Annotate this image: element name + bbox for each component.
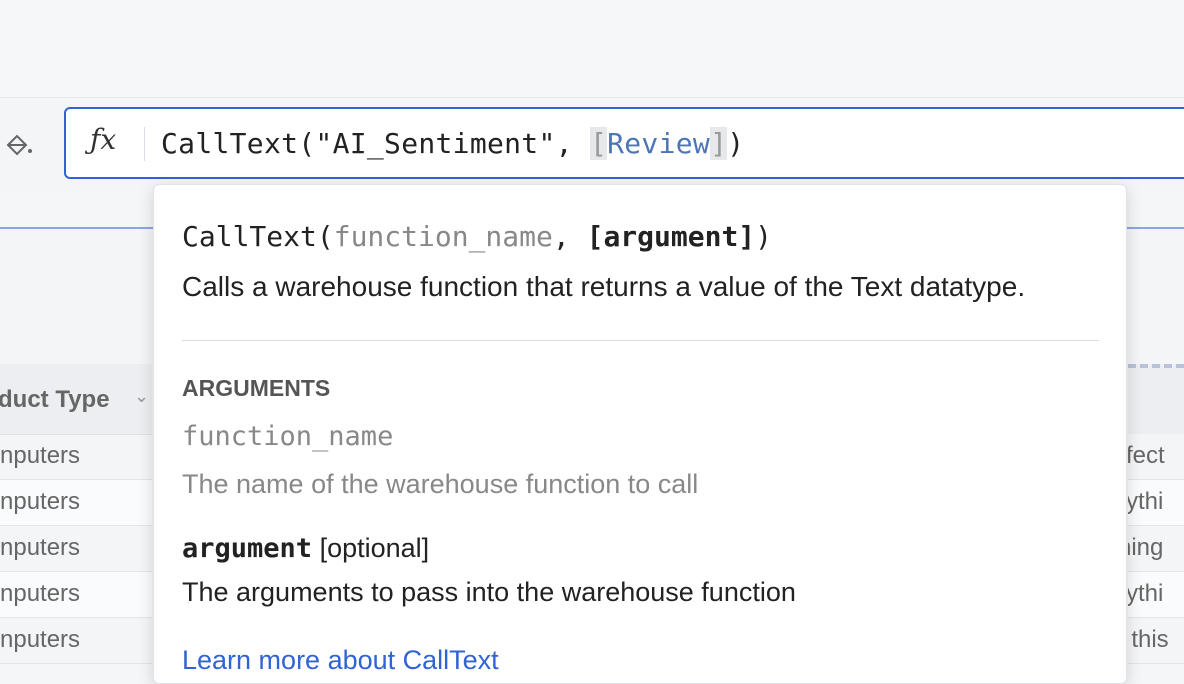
paint-bucket-icon[interactable] <box>4 130 34 160</box>
function-signature: CallText(function_name, [argument]) <box>182 220 772 253</box>
fx-icon: ƒx <box>90 123 117 156</box>
learn-more-link[interactable]: Learn more about CallText <box>182 645 499 676</box>
table-cell[interactable]: rfect <box>1128 434 1184 480</box>
argument-optional-label: [optional] <box>319 533 430 563</box>
signature-function: CallText( <box>182 220 334 253</box>
drop-indicator <box>1128 364 1184 368</box>
formula-suffix: ) <box>727 127 745 160</box>
right-column-rows: rfect rythi ning rythi f this <box>1128 434 1184 664</box>
table-cell[interactable]: rythi <box>1128 480 1184 526</box>
table-cell[interactable]: ning <box>1128 526 1184 572</box>
fx-separator <box>144 127 145 161</box>
table-cell[interactable]: f this <box>1128 618 1184 664</box>
formula-text[interactable]: CallText("AI_Sentiment", [Review]) <box>161 127 744 160</box>
table-cell[interactable]: nputers <box>0 572 152 618</box>
top-bar <box>0 0 1184 97</box>
table-cell[interactable]: rythi <box>1128 572 1184 618</box>
signature-param-function-name: function_name <box>333 220 553 253</box>
formula-close-bracket: ] <box>710 127 728 160</box>
table-cell[interactable]: nputers <box>0 434 152 480</box>
argument-name-argument: argument <box>182 533 313 564</box>
signature-close: ) <box>755 220 773 253</box>
table-cell[interactable]: nputers <box>0 618 152 664</box>
table-cell[interactable]: nputers <box>0 526 152 572</box>
table-cell[interactable]: nputers <box>0 480 152 526</box>
formula-input[interactable]: ƒx CallText("AI_Sentiment", [Review]) <box>64 107 1184 179</box>
argument-name-function-name: function_name <box>182 421 394 452</box>
column-header-product-type[interactable]: duct Type ⌄ <box>0 364 152 435</box>
signature-param-argument: [argument] <box>586 220 756 253</box>
column-header-label: duct Type <box>0 386 110 413</box>
chevron-down-icon[interactable]: ⌄ <box>134 386 149 407</box>
argument-description-argument: The arguments to pass into the warehouse… <box>182 577 796 607</box>
formula-column-reference: Review <box>607 127 711 160</box>
arguments-heading: ARGUMENTS <box>182 375 331 401</box>
divider <box>182 340 1099 341</box>
formula-prefix: CallText("AI_Sentiment", <box>161 127 590 160</box>
argument-row-argument: argument [optional] <box>182 533 429 564</box>
column-header-right[interactable] <box>1128 364 1184 434</box>
argument-description-function-name: The name of the warehouse function to ca… <box>182 469 699 499</box>
function-description: Calls a warehouse function that returns … <box>182 271 1026 302</box>
left-column-rows: nputers nputers nputers nputers nputers <box>0 434 152 664</box>
function-help-popup: CallText(function_name, [argument]) Call… <box>153 184 1127 684</box>
formula-open-bracket: [ <box>589 127 608 160</box>
signature-comma: , <box>552 220 587 253</box>
